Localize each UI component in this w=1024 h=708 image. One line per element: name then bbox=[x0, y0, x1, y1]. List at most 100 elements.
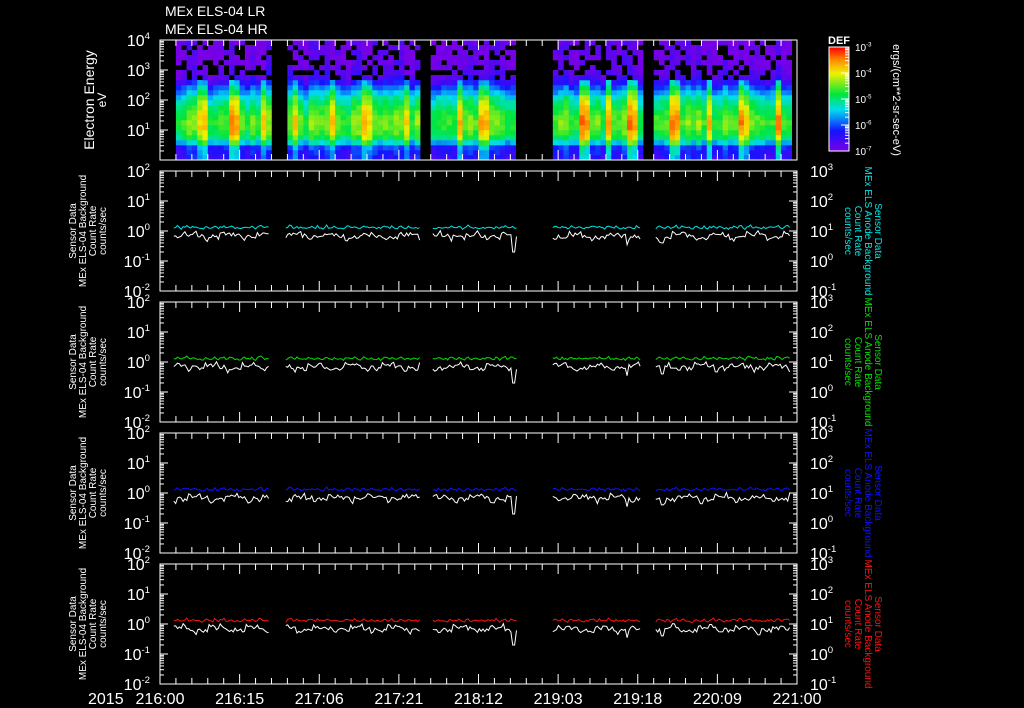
spectrogram-cell bbox=[600, 115, 607, 121]
spectrogram-cell bbox=[340, 95, 347, 101]
spectrogram-cell bbox=[781, 65, 787, 71]
spectrogram-cell bbox=[627, 45, 633, 51]
spectrogram-cell bbox=[510, 75, 516, 81]
spectrogram-cell bbox=[313, 140, 320, 146]
spectrogram-cell bbox=[563, 140, 570, 146]
spectrogram-cell bbox=[430, 125, 437, 131]
spectrogram-cell bbox=[181, 135, 187, 141]
spectrogram-cell bbox=[197, 85, 203, 91]
spectrogram-cell bbox=[505, 95, 511, 101]
spectrogram-cell bbox=[324, 95, 331, 101]
spectrogram-cell bbox=[340, 70, 347, 76]
spectrogram-cell bbox=[499, 70, 506, 76]
spectrogram-cell bbox=[616, 105, 623, 111]
spectrogram-cell bbox=[754, 130, 761, 136]
spectrogram-cell bbox=[658, 145, 665, 151]
spectrogram-cell bbox=[775, 120, 782, 126]
spectrogram-cell bbox=[685, 85, 692, 91]
spectrogram-cell bbox=[727, 110, 734, 116]
spectrogram-cell bbox=[786, 85, 792, 91]
spectrogram-cell bbox=[451, 85, 458, 91]
spectrogram-cell bbox=[175, 135, 182, 141]
spectrogram-cell bbox=[701, 115, 708, 121]
spectrogram-cell bbox=[706, 95, 713, 101]
spectrogram-cell bbox=[340, 50, 347, 56]
spectrogram-cell bbox=[191, 60, 198, 66]
spectrogram-cell bbox=[616, 150, 623, 156]
spectrogram-cell bbox=[414, 150, 421, 156]
spectrogram-cell bbox=[409, 70, 416, 76]
spectrogram-cell bbox=[680, 150, 686, 156]
spectrogram-cell bbox=[579, 105, 585, 111]
spectrogram-cell bbox=[483, 65, 490, 71]
spectrogram-cell bbox=[727, 75, 734, 81]
spectrogram-cell bbox=[404, 105, 410, 111]
spectrogram-cell bbox=[600, 140, 607, 146]
spectrogram-cell bbox=[658, 150, 665, 156]
spectrogram-cell bbox=[308, 65, 315, 71]
spectrogram-cell bbox=[335, 140, 341, 146]
spectrogram-cell bbox=[510, 125, 516, 131]
spectrogram-cell bbox=[223, 145, 230, 151]
spectrogram-cell bbox=[674, 90, 681, 96]
spectrogram-cell bbox=[505, 65, 511, 71]
spectrogram-cell bbox=[372, 55, 378, 61]
spectrogram-cell bbox=[754, 125, 761, 131]
spectrogram-cell bbox=[489, 140, 495, 146]
spectrogram-cell bbox=[611, 105, 617, 111]
spectrogram-cell bbox=[361, 125, 368, 131]
spectrogram-cell bbox=[510, 40, 516, 46]
spectrogram-cell bbox=[505, 105, 511, 111]
spectrogram-cell bbox=[727, 100, 734, 106]
spectrogram-cell bbox=[611, 150, 617, 156]
spectrogram-cell bbox=[202, 110, 209, 116]
time-tick-label: 217:06 bbox=[295, 691, 344, 708]
spectrogram-cell bbox=[255, 40, 262, 46]
spectrogram-cell bbox=[329, 140, 336, 146]
spectrogram-cell bbox=[478, 110, 485, 116]
spectrogram-cell bbox=[197, 70, 203, 76]
spectrogram-cell bbox=[749, 100, 755, 106]
spectrogram-cell bbox=[229, 105, 235, 111]
spectrogram-cell bbox=[489, 90, 495, 96]
spectrogram-cell bbox=[637, 110, 644, 116]
spectrogram-cell bbox=[473, 100, 479, 106]
spectrogram-cell bbox=[441, 110, 447, 116]
spectrogram-cell bbox=[319, 145, 325, 151]
spectrogram-cell bbox=[690, 130, 697, 136]
spectrogram-cell bbox=[329, 130, 336, 136]
spectrogram-cell bbox=[197, 60, 203, 66]
spectrogram-cell bbox=[202, 70, 209, 76]
spectrogram-cell bbox=[388, 120, 394, 126]
spectrogram-cell bbox=[207, 45, 214, 51]
spectrogram-cell bbox=[303, 120, 309, 126]
spectrogram-cell bbox=[627, 150, 633, 156]
spectrogram-cell bbox=[589, 75, 596, 81]
spectrogram-cell bbox=[388, 60, 394, 66]
spectrogram-cell bbox=[266, 135, 272, 141]
spectrogram-cell bbox=[218, 150, 224, 156]
spectrogram-cell bbox=[266, 140, 272, 146]
spectrogram-cell bbox=[335, 130, 341, 136]
spectrogram-cell bbox=[324, 40, 331, 46]
spectrogram-cell bbox=[674, 115, 681, 121]
spectrogram-cell bbox=[202, 85, 209, 91]
spectrogram-cell bbox=[680, 115, 686, 121]
spectrogram-cell bbox=[250, 60, 256, 66]
spectrogram-cell bbox=[611, 65, 617, 71]
spectrogram-cell bbox=[229, 80, 235, 86]
spectrogram-cell bbox=[329, 115, 336, 121]
spectrogram-cell bbox=[313, 90, 320, 96]
spectrogram-cell bbox=[197, 135, 203, 141]
spectrogram-cell bbox=[743, 105, 750, 111]
spectrogram-cell bbox=[234, 90, 240, 96]
spectrogram-cell bbox=[361, 45, 368, 51]
spectrogram-cell bbox=[478, 75, 485, 81]
spectrogram-cell bbox=[478, 100, 485, 106]
spectrogram-cell bbox=[367, 45, 373, 51]
spectrogram-cell bbox=[218, 130, 224, 136]
spectrogram-cell bbox=[483, 60, 490, 66]
spectrogram-cell bbox=[457, 50, 463, 56]
spectrogram-cell bbox=[669, 45, 676, 51]
spectrogram-cell bbox=[292, 100, 299, 106]
